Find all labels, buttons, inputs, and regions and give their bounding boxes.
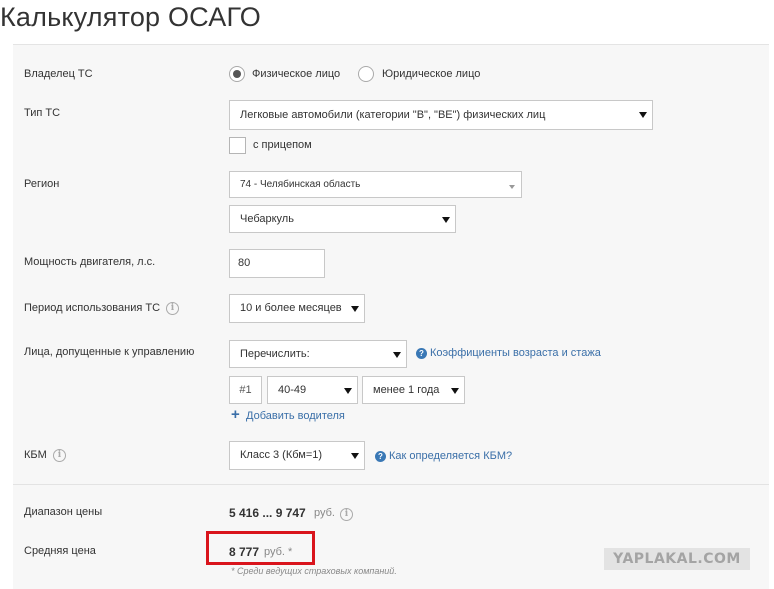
trailer-label[interactable]: с прицепом <box>253 139 312 151</box>
chevron-down-icon <box>442 217 450 223</box>
drivers-label: Лица, допущенные к управлению <box>24 346 195 358</box>
region-select[interactable]: 74 - Челябинская область <box>229 171 522 198</box>
results-divider <box>13 484 769 485</box>
info-icon[interactable]: i <box>166 302 179 315</box>
price-range-unit: руб. <box>314 507 335 519</box>
chevron-down-icon <box>639 112 647 118</box>
vehicle-type-label: Тип ТС <box>24 107 61 119</box>
driver-experience-value: менее 1 года <box>373 384 440 396</box>
page-title: Калькулятор ОСАГО <box>0 2 261 32</box>
vehicle-type-value: Легковые автомобили (категории "B", "BE"… <box>240 109 546 121</box>
drivers-mode-select[interactable]: Перечислить: <box>229 340 407 368</box>
question-icon: ? <box>375 451 386 462</box>
usage-period-select[interactable]: 10 и более месяцев <box>229 294 365 323</box>
avg-price-highlight <box>206 531 315 565</box>
chevron-down-icon <box>351 306 359 312</box>
owner-individual-radio[interactable] <box>229 66 245 82</box>
owner-label: Владелец ТС <box>24 68 93 80</box>
plus-icon[interactable]: + <box>231 407 240 422</box>
add-driver-link[interactable]: Добавить водителя <box>246 410 345 422</box>
avg-price-label: Средняя цена <box>24 545 96 557</box>
city-select[interactable]: Чебаркуль <box>229 205 456 233</box>
kbm-label: КБМ <box>24 449 47 461</box>
region-label: Регион <box>24 178 60 190</box>
driver-number-text: #1 <box>239 384 252 396</box>
chevron-down-icon <box>393 352 401 358</box>
watermark: YAPLAKAL.COM <box>604 548 750 570</box>
city-value: Чебаркуль <box>240 213 294 225</box>
engine-power-input[interactable]: 80 <box>229 249 325 278</box>
engine-power-value: 80 <box>238 257 251 269</box>
drivers-mode-value: Перечислить: <box>240 348 310 360</box>
driver-number: #1 <box>229 376 262 404</box>
info-icon[interactable]: i <box>340 508 353 521</box>
kbm-select[interactable]: Класс 3 (Кбм=1) <box>229 441 365 470</box>
owner-individual-label[interactable]: Физическое лицо <box>252 68 340 80</box>
driver-experience-select[interactable]: менее 1 года <box>362 376 465 404</box>
price-footnote: * Среди ведущих страховых компаний. <box>231 566 397 576</box>
region-value: 74 - Челябинская область <box>240 179 361 190</box>
kbm-value: Класс 3 (Кбм=1) <box>240 449 323 461</box>
owner-legal-label[interactable]: Юридическое лицо <box>382 68 480 80</box>
price-range-label: Диапазон цены <box>24 506 103 518</box>
chevron-down-icon <box>351 453 359 459</box>
kbm-help-link[interactable]: Как определяется КБМ? <box>389 450 512 462</box>
driver-age-select[interactable]: 40-49 <box>267 376 358 404</box>
usage-period-value: 10 и более месяцев <box>240 302 342 314</box>
chevron-down-icon <box>344 388 352 394</box>
driver-age-value: 40-49 <box>278 384 307 396</box>
usage-period-label: Период использования ТС <box>24 302 161 314</box>
vehicle-type-select[interactable]: Легковые автомобили (категории "B", "BE"… <box>229 100 653 130</box>
trailer-checkbox[interactable] <box>229 137 246 154</box>
chevron-down-icon <box>451 388 459 394</box>
engine-power-label: Мощность двигателя, л.с. <box>24 256 156 268</box>
chevron-down-icon <box>509 185 515 189</box>
question-icon: ? <box>416 348 427 359</box>
price-range-value: 5 416 ... 9 747 <box>229 506 306 520</box>
owner-legal-radio[interactable] <box>358 66 374 82</box>
info-icon[interactable]: i <box>53 449 66 462</box>
coeff-age-experience-link[interactable]: Коэффициенты возраста и стажа <box>430 347 601 359</box>
